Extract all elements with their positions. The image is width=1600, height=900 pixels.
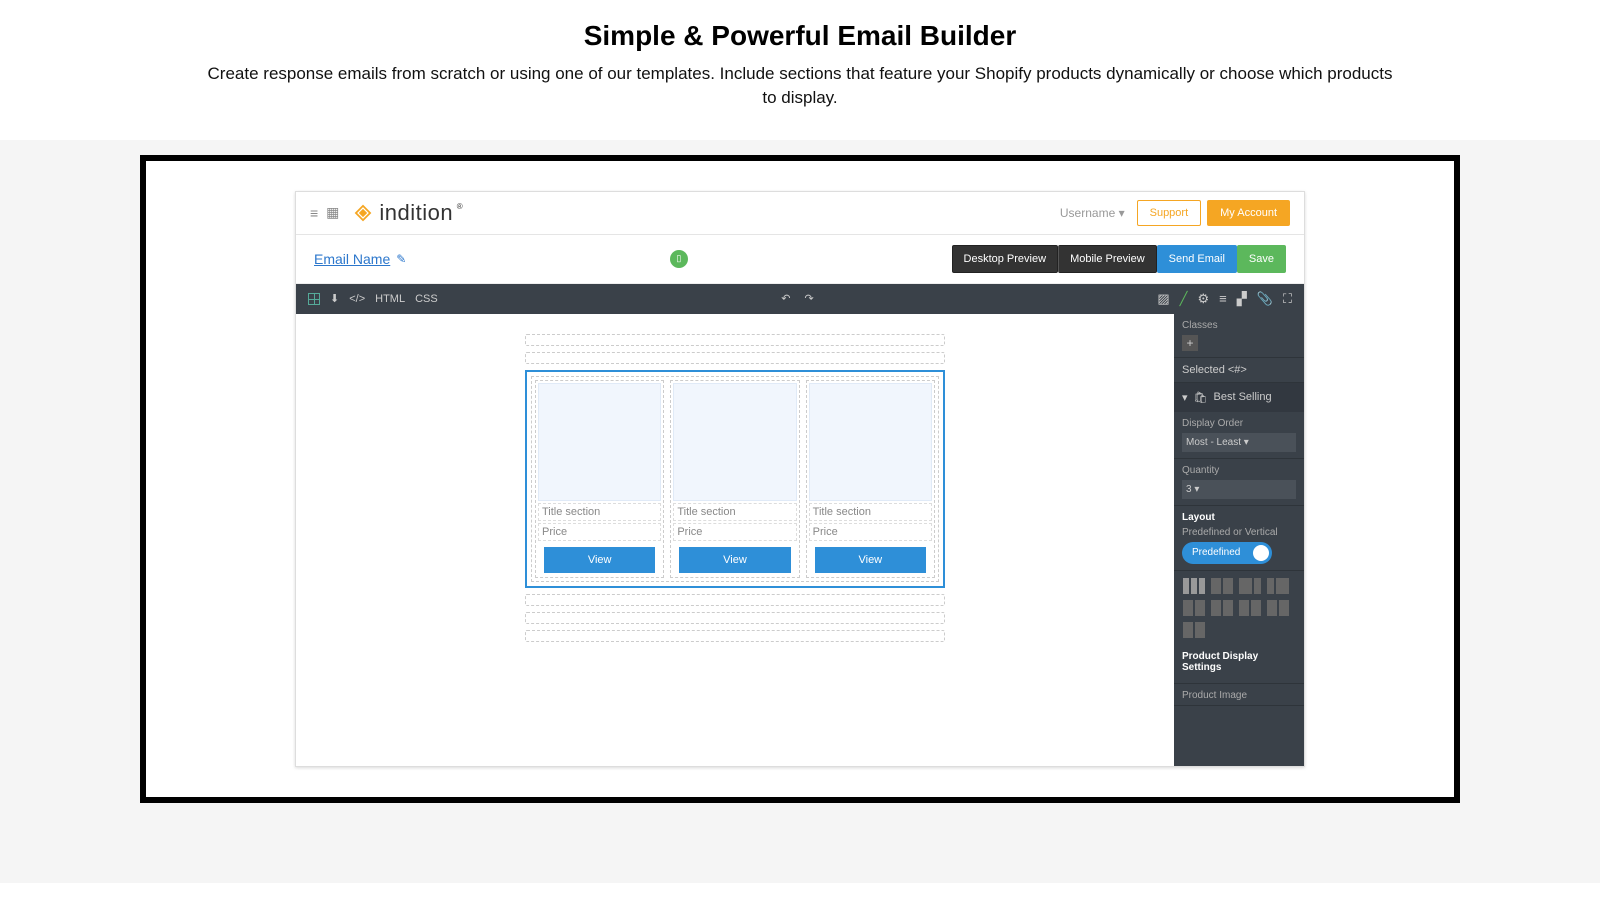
expand-icon[interactable]: ⛶	[1283, 291, 1292, 307]
screenshot-frame: ≡ ▦ indition Username ▾ Support My Accou…	[140, 155, 1460, 803]
product-card[interactable]: Title section Price View	[535, 380, 664, 578]
support-button[interactable]: Support	[1137, 200, 1202, 226]
bag-icon: 🛍	[1194, 391, 1208, 404]
document-bar: Email Name ✎ ▯ Desktop Preview Mobile Pr…	[296, 235, 1304, 284]
menu-icons: ≡ ▦	[310, 204, 339, 221]
logo[interactable]: indition	[353, 200, 453, 226]
gray-background: ≡ ▦ indition Username ▾ Support My Accou…	[0, 140, 1600, 883]
username-dropdown[interactable]: Username ▾	[1060, 206, 1125, 220]
product-card[interactable]: Title section Price View	[806, 380, 935, 578]
layout-label: Layout	[1182, 512, 1296, 523]
logo-text: indition	[379, 200, 453, 226]
properties-panel: Classes + Selected <#> ▾ 🛍 Best Selling …	[1174, 314, 1304, 766]
product-display-settings-label: Product Display Settings	[1182, 651, 1296, 673]
toggle-label: Predefined	[1192, 547, 1240, 558]
price-section[interactable]: Price	[538, 523, 661, 541]
tool-strip: ⬇ </> HTML CSS ↶ ↷ ▨ ╱ ⚙ ≡ ▞ 📎 ⛶	[296, 284, 1304, 314]
price-section[interactable]: Price	[673, 523, 796, 541]
workspace: Title section Price View Title section P…	[296, 314, 1304, 766]
layout-preset[interactable]	[1210, 577, 1234, 595]
save-button[interactable]: Save	[1237, 245, 1286, 273]
chevron-down-icon: ▾	[1182, 391, 1188, 404]
display-order-select[interactable]: Most - Least ▾	[1182, 433, 1296, 452]
title-section[interactable]: Title section	[673, 503, 796, 521]
desktop-preview-button[interactable]: Desktop Preview	[952, 245, 1059, 273]
my-account-button[interactable]: My Account	[1207, 200, 1290, 226]
layout-presets	[1174, 571, 1304, 645]
hero-section: Simple & Powerful Email Builder Create r…	[0, 0, 1600, 140]
product-image-placeholder[interactable]	[809, 383, 932, 501]
layout-preset[interactable]	[1238, 577, 1262, 595]
add-class-button[interactable]: +	[1182, 335, 1198, 351]
layout-preset[interactable]	[1182, 577, 1206, 595]
quantity-select[interactable]: 3 ▾	[1182, 480, 1296, 499]
product-image-label: Product Image	[1182, 690, 1296, 701]
quantity-label: Quantity	[1182, 465, 1296, 476]
product-image-placeholder[interactable]	[538, 383, 661, 501]
placeholder-row[interactable]	[525, 594, 945, 606]
layout-preset[interactable]	[1266, 577, 1290, 595]
layout-preset[interactable]	[1182, 599, 1206, 617]
toggle-knob	[1253, 545, 1269, 561]
lines-icon[interactable]: ≡	[1219, 291, 1227, 306]
grid-icon[interactable]: ▦	[326, 204, 339, 221]
placeholder-row[interactable]	[525, 352, 945, 364]
image-off-icon[interactable]: ▨	[1157, 291, 1169, 307]
canvas[interactable]: Title section Price View Title section P…	[296, 314, 1174, 766]
hero-subtitle: Create response emails from scratch or u…	[200, 62, 1400, 110]
placeholder-row[interactable]	[525, 612, 945, 624]
mobile-preview-button[interactable]: Mobile Preview	[1058, 245, 1157, 273]
layout-toggle[interactable]: Predefined	[1182, 542, 1272, 564]
topbar: ≡ ▦ indition Username ▾ Support My Accou…	[296, 192, 1304, 235]
brush-icon[interactable]: ╱	[1180, 291, 1188, 307]
best-selling-header[interactable]: ▾ 🛍 Best Selling	[1174, 383, 1304, 412]
predefined-label: Predefined or Vertical	[1182, 527, 1296, 538]
classes-label: Classes	[1182, 320, 1296, 331]
title-section[interactable]: Title section	[538, 503, 661, 521]
view-button[interactable]: View	[544, 547, 655, 573]
code-icon[interactable]: </>	[349, 293, 365, 305]
hero-title: Simple & Powerful Email Builder	[40, 20, 1560, 52]
logo-icon	[353, 203, 373, 223]
send-email-button[interactable]: Send Email	[1157, 245, 1237, 273]
grid-toggle-icon[interactable]	[308, 293, 320, 305]
layout-preset[interactable]	[1182, 621, 1206, 639]
email-name-link[interactable]: Email Name	[314, 251, 390, 267]
css-button[interactable]: CSS	[415, 293, 438, 305]
layout-preset[interactable]	[1238, 599, 1262, 617]
html-button[interactable]: HTML	[375, 293, 405, 305]
mobile-icon[interactable]: ▯	[670, 250, 688, 268]
edit-icon[interactable]: ✎	[396, 252, 406, 266]
best-selling-text: Best Selling	[1214, 391, 1272, 403]
hamburger-icon[interactable]: ≡	[310, 205, 318, 221]
blocks-icon[interactable]: ▞	[1237, 291, 1247, 307]
product-card[interactable]: Title section Price View	[670, 380, 799, 578]
app-window: ≡ ▦ indition Username ▾ Support My Accou…	[295, 191, 1305, 767]
product-image-placeholder[interactable]	[673, 383, 796, 501]
placeholder-row[interactable]	[525, 630, 945, 642]
selected-label: Selected <#>	[1174, 358, 1304, 383]
undo-icon[interactable]: ↶	[781, 292, 790, 305]
redo-icon[interactable]: ↷	[805, 292, 814, 305]
product-block[interactable]: Title section Price View Title section P…	[525, 370, 945, 588]
attachment-icon[interactable]: 📎	[1257, 291, 1273, 307]
display-order-label: Display Order	[1182, 418, 1296, 429]
layout-preset[interactable]	[1266, 599, 1290, 617]
gear-icon[interactable]: ⚙	[1197, 291, 1209, 307]
download-icon[interactable]: ⬇	[330, 292, 339, 305]
view-button[interactable]: View	[679, 547, 790, 573]
placeholder-row[interactable]	[525, 334, 945, 346]
layout-preset[interactable]	[1210, 599, 1234, 617]
title-section[interactable]: Title section	[809, 503, 932, 521]
view-button[interactable]: View	[815, 547, 926, 573]
price-section[interactable]: Price	[809, 523, 932, 541]
